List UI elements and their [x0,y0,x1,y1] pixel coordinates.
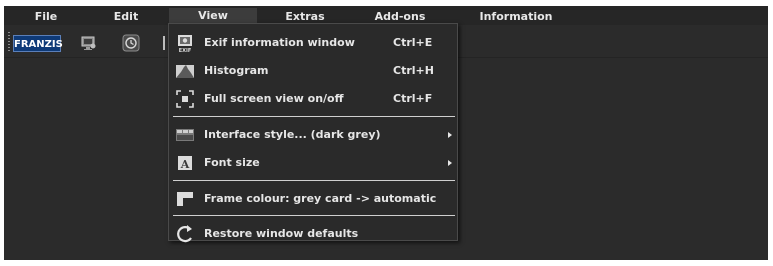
interface-style-icon [176,129,194,141]
svg-text:EXIF: EXIF [179,48,192,53]
shortcut-label: Ctrl+F [393,92,433,105]
menu-item-interface-style[interactable]: Interface style... (dark grey) [169,122,457,148]
menu-item-font-size[interactable]: A Font size [169,150,457,176]
menu-item-label: Interface style... (dark grey) [204,128,381,141]
svg-text:A: A [180,158,190,171]
monitor-icon[interactable] [80,34,98,52]
shortcut-label: Ctrl+E [393,36,433,49]
menu-file[interactable]: File [26,9,66,25]
toolbar-grip[interactable] [8,32,10,52]
submenu-arrow-icon [448,160,452,166]
exif-icon: EXIF [178,35,192,53]
menu-item-label: Frame colour: grey card -> automatic [204,192,437,205]
menu-separator [173,215,455,216]
app-window: File Edit View Extras Add-ons Informatio… [4,6,768,260]
franzis-logo: FRANZIS [13,35,63,52]
submenu-arrow-icon [448,132,452,138]
history-icon[interactable] [122,34,140,52]
menu-item-label: Restore window defaults [204,227,359,240]
menu-item-histogram[interactable]: Histogram Ctrl+H [169,58,457,84]
histogram-icon [176,65,194,78]
restore-icon [177,225,192,243]
menu-separator [173,180,455,181]
menu-item-label: Histogram [204,64,269,77]
menu-item-frame-colour[interactable]: Frame colour: grey card -> automatic [169,186,457,212]
toolbar-divider [163,36,165,50]
menu-item-label: Exif information window [204,36,355,49]
menu-item-label: Full screen view on/off [204,92,344,105]
fullscreen-icon [176,90,194,108]
menu-item-fullscreen[interactable]: Full screen view on/off Ctrl+F [169,86,457,112]
menu-information[interactable]: Information [476,9,556,25]
shortcut-label: Ctrl+H [393,64,434,77]
menu-edit[interactable]: Edit [108,9,144,25]
font-size-icon: A [178,156,192,171]
menu-item-restore-defaults[interactable]: Restore window defaults [169,221,457,247]
view-menu-dropdown: EXIF Exif information window Ctrl+E Hist… [168,23,458,243]
frame-colour-icon [177,192,193,206]
menu-separator [173,116,455,117]
menu-item-label: Font size [204,156,260,169]
menu-item-exif-window[interactable]: EXIF Exif information window Ctrl+E [169,30,457,56]
